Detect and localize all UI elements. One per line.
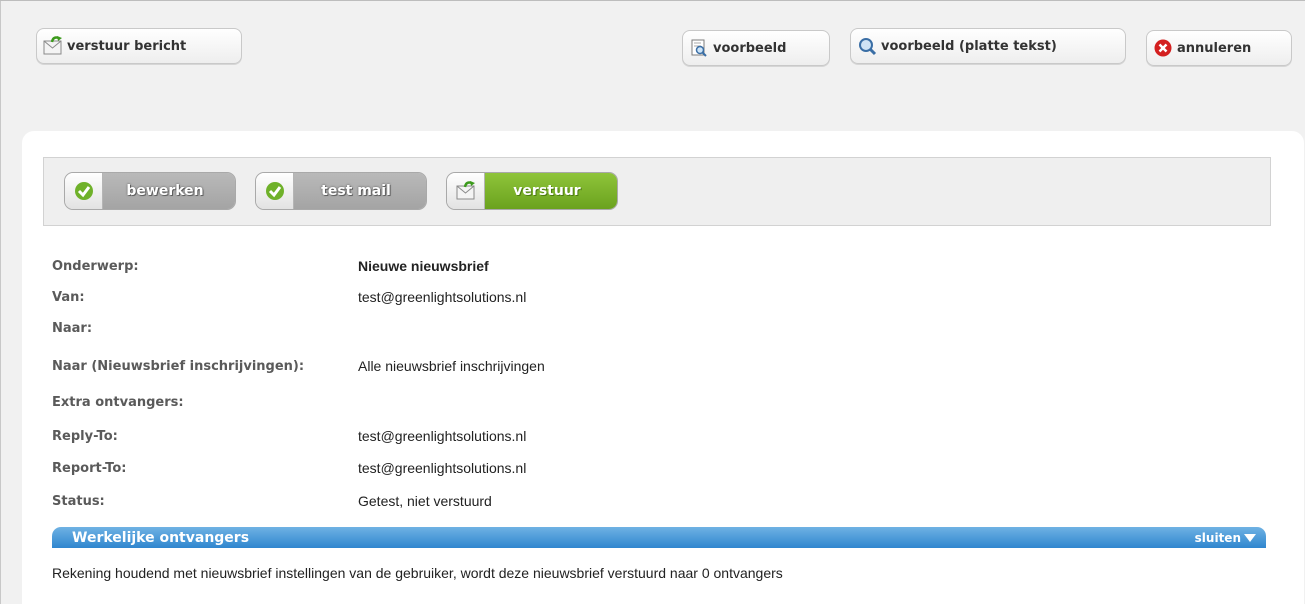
envelope-send-icon xyxy=(447,173,485,209)
to-row: Naar: xyxy=(52,317,358,339)
recipients-section-header: Werkelijke ontvangers sluiten xyxy=(52,527,1266,548)
from-value: test@greenlightsolutions.nl xyxy=(358,289,527,305)
cancel-button[interactable]: annuleren xyxy=(1146,30,1292,66)
preview-label: voorbeeld xyxy=(713,40,787,56)
from-label: Van: xyxy=(52,289,85,305)
subject-label: Onderwerp: xyxy=(52,258,139,274)
step-edit[interactable]: bewerken xyxy=(64,172,236,210)
magnifier-document-icon xyxy=(689,38,709,58)
recipients-section-title: Werkelijke ontvangers xyxy=(72,529,250,546)
status-value: Getest, niet verstuurd xyxy=(358,493,492,509)
subject-row: Onderwerp: Nieuwe nieuwsbrief xyxy=(52,255,489,277)
envelope-send-icon xyxy=(43,36,63,56)
send-message-button[interactable]: verstuur bericht xyxy=(36,28,242,64)
magnifier-icon xyxy=(857,36,877,56)
status-label: Status: xyxy=(52,493,105,509)
send-message-label: verstuur bericht xyxy=(67,38,187,54)
to-label: Naar: xyxy=(52,320,93,336)
status-row: Status: Getest, niet verstuurd xyxy=(52,490,492,512)
close-section-label: sluiten xyxy=(1194,530,1241,545)
close-icon xyxy=(1153,38,1173,58)
report-to-row: Report-To: test@greenlightsolutions.nl xyxy=(52,457,526,479)
step-test-mail[interactable]: test mail xyxy=(255,172,427,210)
extra-recipients-label: Extra ontvangers: xyxy=(52,394,184,410)
step-edit-label: bewerken xyxy=(103,173,235,209)
preview-plain-text-label: voorbeeld (platte tekst) xyxy=(881,38,1057,54)
preview-button[interactable]: voorbeeld xyxy=(682,30,830,66)
from-row: Van: test@greenlightsolutions.nl xyxy=(52,286,526,308)
checkmark-icon xyxy=(65,173,103,209)
to-newsletter-row: Naar (Nieuwsbrief inschrijvingen): Alle … xyxy=(52,355,545,377)
reply-to-label: Reply-To: xyxy=(52,428,118,444)
recipients-summary-text: Rekening houdend met nieuwsbrief instell… xyxy=(52,565,783,581)
top-border xyxy=(0,0,1305,1)
step-test-mail-label: test mail xyxy=(294,173,426,209)
cancel-label: annuleren xyxy=(1177,40,1252,56)
step-send-label: verstuur xyxy=(485,173,617,209)
reply-to-value: test@greenlightsolutions.nl xyxy=(358,428,527,444)
extra-recipients-row: Extra ontvangers: xyxy=(52,391,358,413)
preview-plain-text-button[interactable]: voorbeeld (platte tekst) xyxy=(850,28,1126,64)
step-send[interactable]: verstuur xyxy=(446,172,618,210)
report-to-label: Report-To: xyxy=(52,460,127,476)
close-section-button[interactable]: sluiten xyxy=(1195,531,1256,545)
reply-to-row: Reply-To: test@greenlightsolutions.nl xyxy=(52,425,526,447)
to-newsletter-value: Alle nieuwsbrief inschrijvingen xyxy=(358,358,545,374)
checkmark-icon xyxy=(256,173,294,209)
subject-value: Nieuwe nieuwsbrief xyxy=(358,258,489,274)
to-newsletter-label: Naar (Nieuwsbrief inschrijvingen): xyxy=(52,358,305,374)
triangle-down-icon xyxy=(1244,533,1256,542)
report-to-value: test@greenlightsolutions.nl xyxy=(358,460,527,476)
